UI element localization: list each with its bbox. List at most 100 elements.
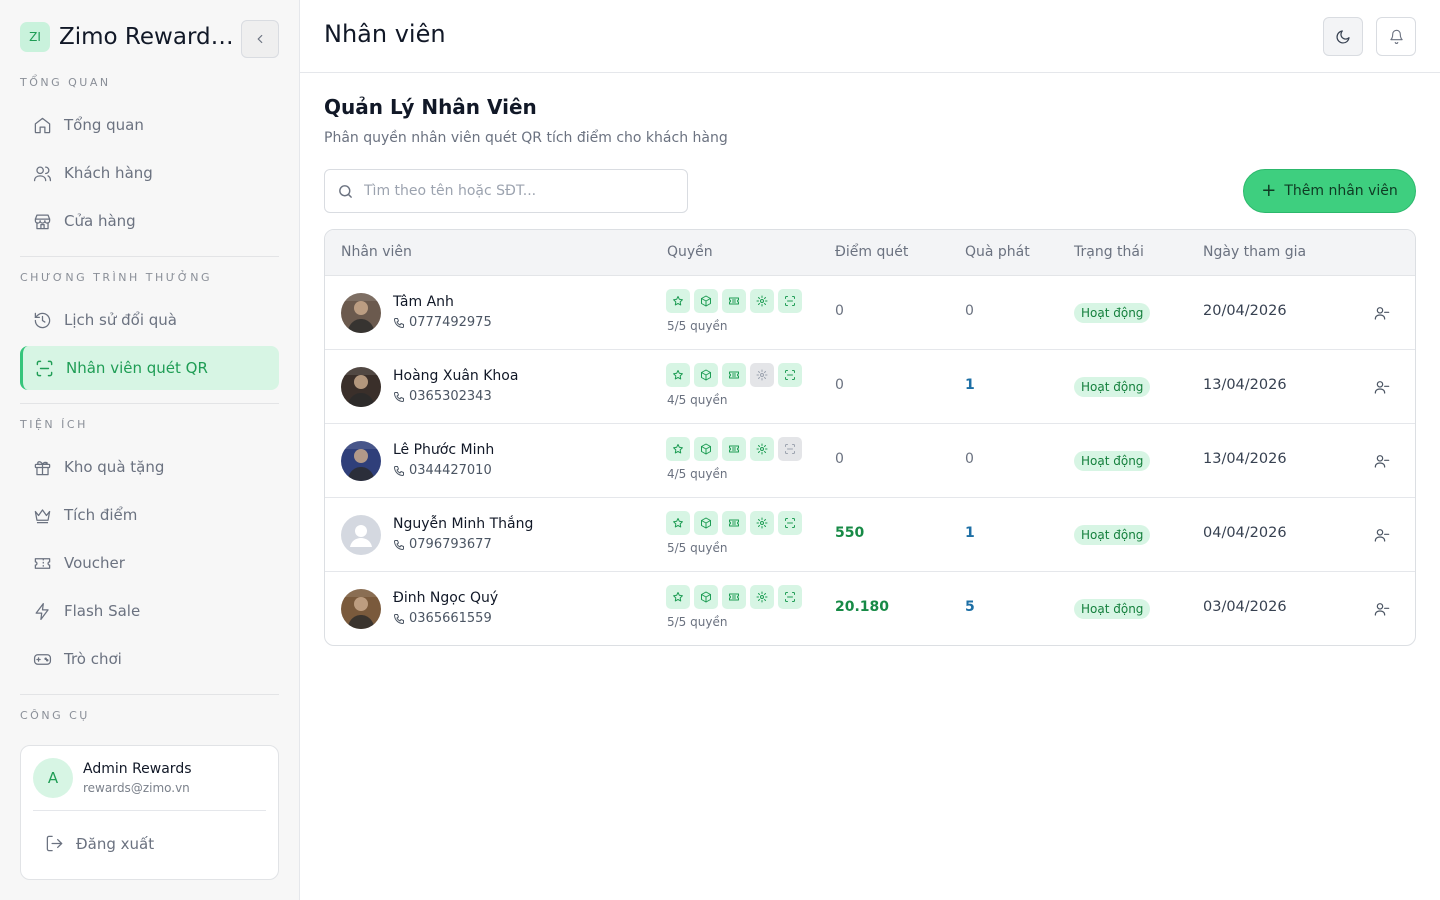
column-header-permissions[interactable]: Quyền [667,244,713,260]
table-row[interactable]: Nguyễn Minh Thắng 0796793677 5/5 quyền 5… [325,498,1415,572]
sidebar-item-flash-sale[interactable]: Flash Sale [20,589,279,633]
permission-toggle[interactable] [694,289,718,313]
search-box[interactable] [324,169,688,213]
divider [20,256,279,257]
section-subheading: Phân quyền nhân viên quét QR tích điểm c… [324,130,728,146]
permission-toggle[interactable] [666,363,690,387]
employee-avatar [341,441,381,481]
permission-toggle[interactable] [666,289,690,313]
divider [20,694,279,695]
section-label-tools: CÔNG CỤ [20,709,90,722]
edit-employee-button[interactable] [1373,600,1391,618]
user-minus-icon [1374,603,1390,616]
permission-toggle[interactable] [778,585,802,609]
permission-toggle[interactable] [694,437,718,461]
section-label-utilities: TIỆN ÍCH [20,418,88,431]
star-icon [673,518,683,528]
avatar-photo [341,293,381,333]
avatar-photo [341,589,381,629]
edit-employee-button[interactable] [1373,378,1391,396]
permission-toggle[interactable] [750,437,774,461]
section-label-reward-programs: CHƯƠNG TRÌNH THƯỞNG [20,271,213,284]
table-row[interactable]: Lê Phước Minh 0344427010 4/5 quyền 0 0 H… [325,424,1415,498]
permission-toggle[interactable] [722,289,746,313]
phone-number: 0796793677 [409,537,492,552]
sidebar-item-gift-stock[interactable]: Kho quà tặng [20,445,279,489]
permission-toggle[interactable] [722,363,746,387]
ticket-icon [32,553,52,573]
sidebar-item-games[interactable]: Trò chơi [20,637,279,681]
permission-toggle[interactable] [750,585,774,609]
sidebar-item-label: Tích điểm [64,506,138,524]
sidebar-item-label: Flash Sale [64,602,141,620]
gifts-given: 0 [965,303,974,319]
notifications-button[interactable] [1376,17,1416,56]
brand[interactable]: ZI Zimo Rewards Admin [20,22,244,52]
permission-toggle[interactable] [666,511,690,535]
add-employee-button[interactable]: + Thêm nhân viên [1243,169,1416,213]
permission-toggle[interactable] [694,585,718,609]
permission-toggle[interactable] [722,511,746,535]
permission-toggle[interactable] [694,363,718,387]
column-header-scan-points[interactable]: Điểm quét [835,244,908,260]
phone-icon [394,391,404,402]
zap-icon [32,601,52,621]
permission-toggle[interactable] [778,437,802,461]
permission-icons [666,585,806,609]
scan-icon [785,444,795,454]
sidebar-item-qr-staff[interactable]: Nhân viên quét QR [20,346,279,390]
user-minus-icon [1374,381,1390,394]
search-icon [339,184,352,198]
edit-employee-button[interactable] [1373,452,1391,470]
settings-icon [756,369,768,381]
edit-employee-button[interactable] [1373,526,1391,544]
employee-phone: 0365302343 [393,389,492,404]
sidebar-item-customers[interactable]: Khách hàng [20,151,279,195]
history-icon [32,310,52,330]
brand-title: Zimo Rewards Admin [59,24,244,50]
permission-toggle[interactable] [778,289,802,313]
logout-button[interactable]: Đăng xuất [45,834,154,853]
status-badge: Hoạt động [1074,377,1151,397]
sidebar-item-overview[interactable]: Tổng quan [20,103,279,147]
brand-logo: ZI [20,22,50,52]
sidebar-item-stores[interactable]: Cửa hàng [20,199,279,243]
table-header: Nhân viên Quyền Điểm quét Quà phát Trạng… [325,230,1415,276]
permission-toggle[interactable] [750,289,774,313]
package-icon [701,295,711,307]
permission-toggle[interactable] [666,585,690,609]
permission-toggle[interactable] [778,363,802,387]
search-input[interactable] [364,183,664,199]
permission-toggle[interactable] [722,585,746,609]
permission-icons [666,511,806,535]
column-header-status[interactable]: Trạng thái [1074,244,1144,260]
permission-toggle[interactable] [778,511,802,535]
settings-icon [756,591,768,603]
column-header-gifts-given[interactable]: Quà phát [965,244,1030,260]
permission-icons [666,289,806,313]
status-badge: Hoạt động [1074,451,1151,471]
permission-toggle[interactable] [694,511,718,535]
permission-toggle[interactable] [750,363,774,387]
table-row[interactable]: Tâm Anh 0777492975 5/5 quyền 0 0 Hoạt độ… [325,276,1415,350]
theme-toggle-button[interactable] [1323,17,1363,56]
table-row[interactable]: Hoàng Xuân Khoa 0365302343 4/5 quyền 0 1… [325,350,1415,424]
permission-toggle[interactable] [750,511,774,535]
sidebar-item-redeem-history[interactable]: Lịch sử đổi quà [20,298,279,342]
sidebar-item-voucher[interactable]: Voucher [20,541,279,585]
column-header-employee[interactable]: Nhân viên [341,244,412,260]
package-icon [701,369,711,381]
permission-toggle[interactable] [722,437,746,461]
employee-name: Nguyễn Minh Thắng [393,516,534,532]
sidebar-item-points[interactable]: Tích điểm [20,493,279,537]
home-icon [32,115,52,135]
edit-employee-button[interactable] [1373,304,1391,322]
status-badge: Hoạt động [1074,303,1151,323]
section-label-overview: TỔNG QUAN [20,76,111,89]
avatar[interactable]: A [33,758,73,798]
column-header-join-date[interactable]: Ngày tham gia [1203,244,1306,260]
permission-toggle[interactable] [666,437,690,461]
collapse-sidebar-button[interactable] [241,20,279,58]
scan-points: 0 [835,451,844,467]
table-row[interactable]: Đinh Ngọc Quý 0365661559 5/5 quyền 20.18… [325,572,1415,645]
